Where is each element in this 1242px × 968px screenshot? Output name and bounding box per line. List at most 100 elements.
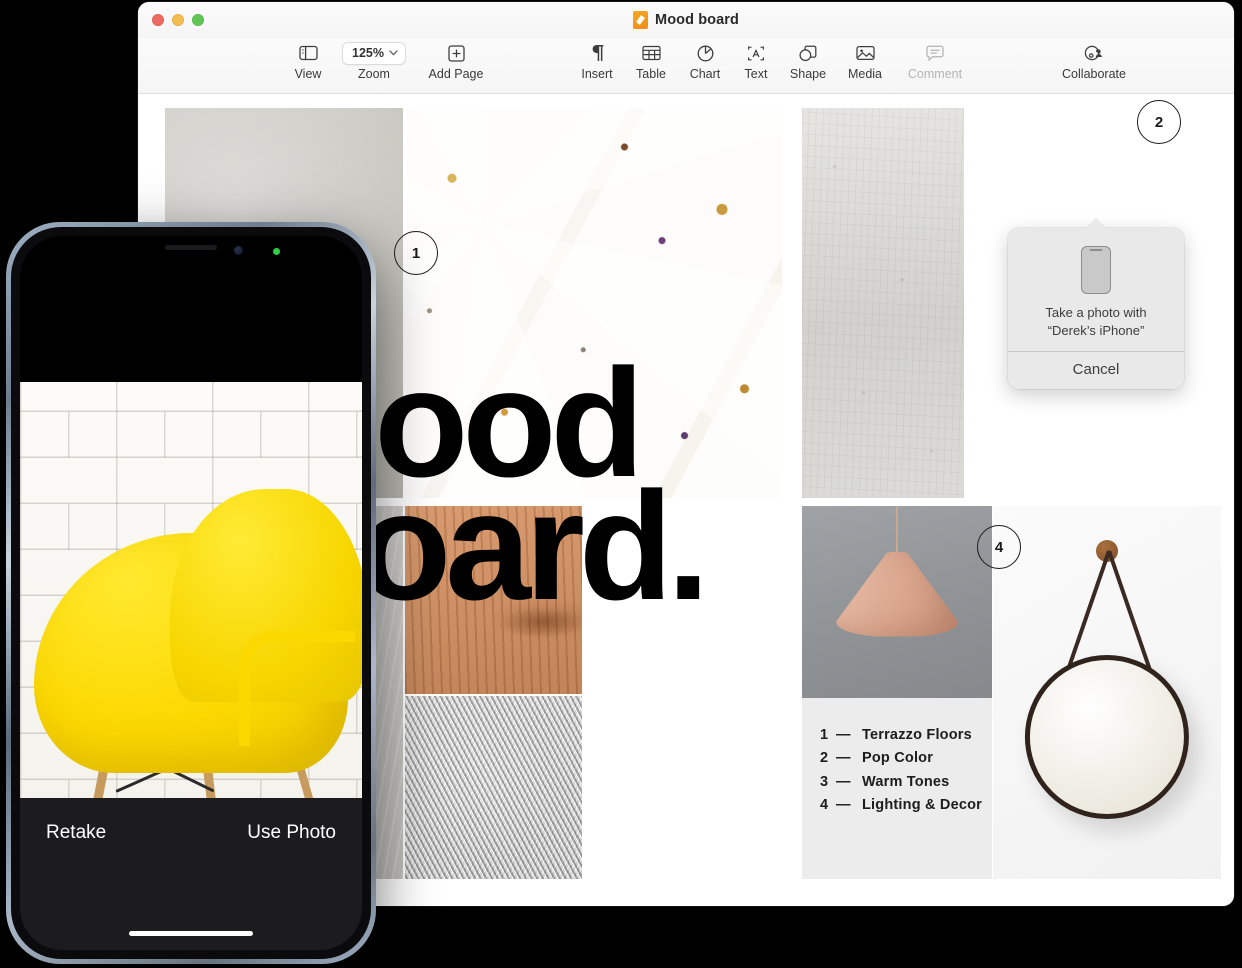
iphone-body: Retake Use Photo — [11, 227, 371, 959]
toolbar-format-button[interactable]: Format — [1228, 40, 1234, 81]
front-camera-icon — [234, 246, 243, 255]
toolbar-text-label: Text — [744, 67, 768, 81]
toolbar-comment-label: Comment — [907, 67, 963, 81]
chevron-down-icon — [389, 50, 398, 56]
board-tile-wood[interactable] — [405, 506, 582, 694]
toolbar-chart-button[interactable]: Chart — [682, 40, 728, 81]
legend-item: 1 — Terrazzo Floors — [820, 724, 982, 747]
legend-number: 4 — [820, 797, 829, 814]
zoom-dropdown-shell: 125% — [342, 40, 406, 66]
window-traffic-lights — [152, 14, 204, 26]
legend-label: Terrazzo Floors — [862, 727, 972, 743]
toolbar-zoom-label: Zoom — [358, 67, 390, 81]
collaborate-icon — [1084, 40, 1104, 66]
minimize-button[interactable] — [172, 14, 184, 26]
popover-arrow — [1086, 219, 1106, 229]
toolbar-view-button[interactable]: View — [288, 40, 328, 81]
badge-number: 4 — [994, 538, 1004, 556]
legend-label: Pop Color — [862, 750, 934, 767]
board-badge-1[interactable]: 1 — [394, 231, 438, 275]
shapes-icon — [799, 40, 817, 66]
toolbar-collaborate-button[interactable]: Collaborate — [1050, 40, 1138, 81]
toolbar-add-page-button[interactable]: Add Page — [421, 40, 491, 81]
legend-item: 2 — Pop Color — [820, 747, 982, 770]
sidebar-icon — [298, 40, 318, 66]
home-indicator[interactable] — [129, 931, 253, 936]
toolbar: View 125% Zoom Add Page Insert Table Cha… — [138, 38, 1234, 94]
legend-number: 3 — [820, 773, 829, 790]
comment-icon — [926, 40, 944, 66]
toolbar-add-page-label: Add Page — [428, 67, 484, 81]
board-tile-pendant-lamp[interactable] — [802, 506, 992, 698]
board-tile-terrazzo[interactable] — [407, 108, 782, 498]
toolbar-media-label: Media — [847, 67, 883, 81]
iphone-device: Retake Use Photo — [6, 222, 376, 964]
screenshot-stage: Mood board View 125% Zoom Add Page Inser… — [0, 0, 1242, 968]
board-tile-fur-rug[interactable] — [405, 696, 582, 879]
popover-cancel-button[interactable]: Cancel — [1008, 352, 1184, 389]
toolbar-table-label: Table — [636, 67, 666, 81]
toolbar-shape-button[interactable]: Shape — [783, 40, 833, 81]
toolbar-insert-label: Insert — [581, 67, 613, 81]
use-photo-button[interactable]: Use Photo — [247, 822, 336, 844]
legend-label: Lighting & Decor — [862, 797, 982, 814]
continuity-camera-popover[interactable]: Take a photo with “Derek’s iPhone” Cance… — [1008, 219, 1184, 390]
window-title-group: Mood board — [138, 2, 1234, 38]
pilcrow-icon — [590, 40, 605, 66]
pie-chart-icon — [697, 40, 714, 66]
window-titlebar: Mood board — [138, 2, 1234, 38]
maximize-button[interactable] — [192, 14, 204, 26]
toolbar-insert-button[interactable]: Insert — [574, 40, 620, 81]
legend-dash: — — [836, 797, 851, 814]
legend-number: 1 — [820, 727, 829, 743]
popover-message-line-1: Take a photo with — [1045, 305, 1147, 320]
legend-dash: — — [836, 750, 851, 767]
legend-item: 4 — Lighting & Decor — [820, 794, 982, 817]
earpiece-speaker-icon — [165, 245, 217, 250]
retake-button[interactable]: Retake — [46, 822, 106, 844]
legend-item: 3 — Warm Tones — [820, 771, 982, 794]
close-button[interactable] — [152, 14, 164, 26]
toolbar-view-label: View — [294, 67, 322, 81]
text-box-icon — [747, 40, 765, 66]
legend-label: Warm Tones — [862, 773, 950, 790]
toolbar-table-button[interactable]: Table — [628, 40, 674, 81]
toolbar-zoom-control[interactable]: 125% Zoom — [336, 40, 412, 81]
toolbar-comment-button[interactable]: Comment — [895, 40, 975, 81]
pages-document-icon — [633, 11, 649, 29]
iphone-notch — [113, 236, 269, 265]
board-tile-legend[interactable]: 1 — Terrazzo Floors 2 — Pop Color 3 — Wa… — [802, 698, 992, 879]
lamp-cord — [896, 506, 898, 560]
toolbar-chart-label: Chart — [689, 67, 721, 81]
lamp-shade — [836, 552, 958, 637]
toolbar-collaborate-label: Collaborate — [1062, 67, 1126, 81]
plus-box-icon — [447, 40, 465, 66]
iphone-icon — [1081, 246, 1111, 294]
round-mirror-illustration — [993, 506, 1221, 879]
board-badge-2[interactable]: 2 — [1137, 100, 1181, 144]
window-title: Mood board — [655, 12, 739, 28]
iphone-camera-controls: Retake Use Photo — [20, 798, 362, 950]
photo-icon — [855, 40, 875, 66]
toolbar-shape-label: Shape — [789, 67, 827, 81]
toolbar-text-button[interactable]: Text — [736, 40, 776, 81]
mirror-glass — [1024, 655, 1190, 820]
yellow-chair-arm — [238, 630, 356, 747]
board-tile-concrete[interactable] — [802, 108, 964, 498]
board-badge-4[interactable]: 4 — [977, 525, 1021, 569]
zoom-dropdown[interactable]: 125% — [342, 41, 406, 65]
badge-number: 2 — [1154, 113, 1164, 131]
legend-dash: — — [836, 727, 851, 743]
popover-body: Take a photo with “Derek’s iPhone” — [1008, 228, 1184, 351]
toolbar-media-button[interactable]: Media — [840, 40, 890, 81]
zoom-value: 125% — [352, 46, 384, 60]
legend-list: 1 — Terrazzo Floors 2 — Pop Color 3 — Wa… — [820, 724, 982, 818]
legend-number: 2 — [820, 750, 829, 767]
iphone-frame: Retake Use Photo — [6, 222, 376, 964]
board-tile-mirror[interactable] — [993, 506, 1221, 879]
camera-indicator-dot — [273, 248, 280, 255]
badge-number: 1 — [411, 244, 421, 262]
popover-message-line-2: “Derek’s iPhone” — [1047, 322, 1145, 338]
iphone-photo-preview[interactable] — [20, 382, 362, 826]
iphone-screen[interactable]: Retake Use Photo — [20, 236, 362, 950]
